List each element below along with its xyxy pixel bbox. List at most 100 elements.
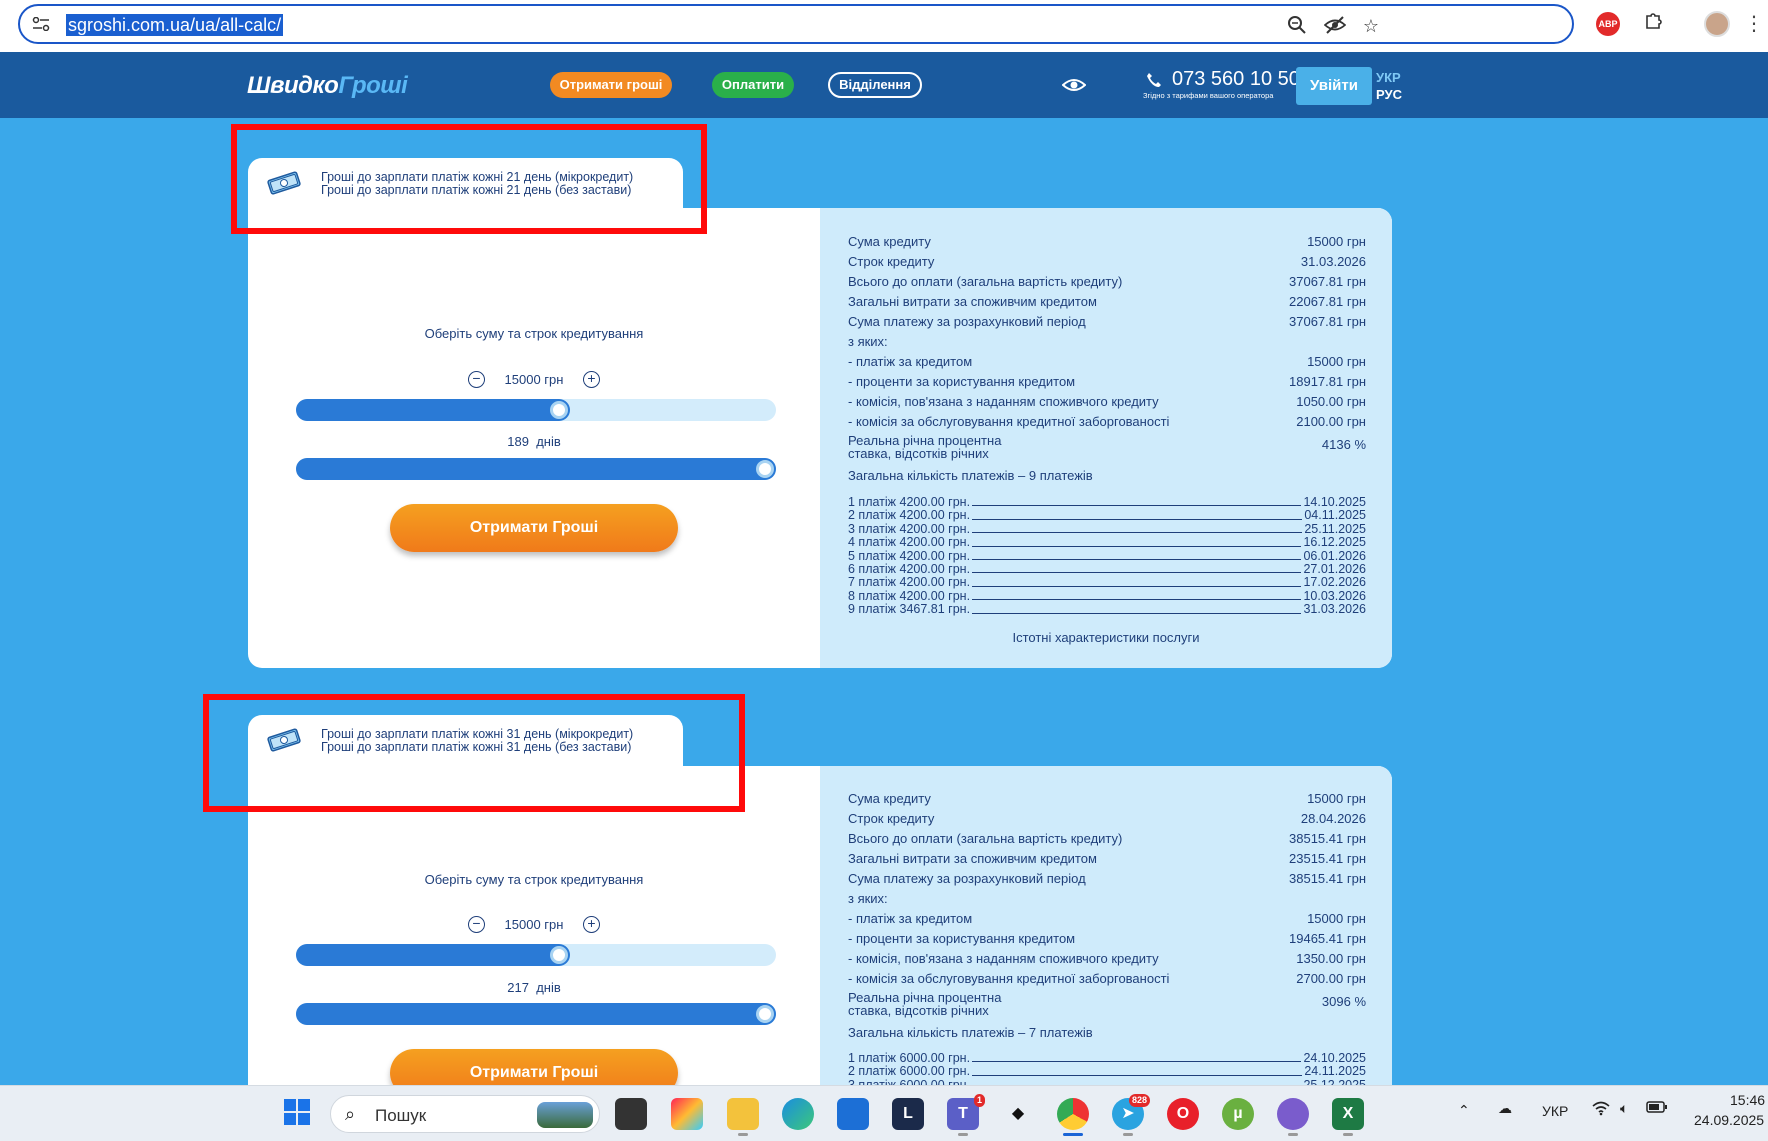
taskbar-search[interactable]: ⌕ Пошук: [330, 1095, 600, 1133]
phone-note: Згідно з тарифами вашого оператора: [1143, 91, 1274, 100]
row-value: 18917.81 грн: [1289, 374, 1366, 389]
row-value: 15000 грн: [1307, 234, 1366, 249]
clock-time[interactable]: 15:46: [1730, 1092, 1765, 1108]
row-label: Сума платежу за розрахунковий період: [848, 314, 1086, 329]
bookmark-star-icon[interactable]: ☆: [1360, 15, 1382, 37]
amount-slider-handle[interactable]: [550, 946, 568, 964]
plus-icon[interactable]: +: [583, 371, 600, 388]
row-label: Всього до оплати (загальна вартість кред…: [848, 831, 1123, 846]
task-view-icon[interactable]: [615, 1098, 647, 1130]
row-value: 2100.00 грн: [1296, 414, 1366, 429]
site-settings-icon[interactable]: [32, 17, 50, 31]
eye-slash-icon[interactable]: [1323, 15, 1347, 37]
schedule-row: 5 платіж 4200.00 грн. 06.01.2026: [848, 548, 1366, 563]
profile-avatar-icon[interactable]: [1704, 11, 1730, 37]
plus-icon[interactable]: +: [583, 916, 600, 933]
days-value: 189: [507, 434, 529, 449]
days-slider[interactable]: [296, 1003, 776, 1025]
amount-slider[interactable]: [296, 399, 776, 421]
days-slider-handle[interactable]: [756, 460, 774, 478]
file-explorer-icon[interactable]: [727, 1098, 759, 1136]
row-label: - проценти за користування кредитом: [848, 374, 1076, 389]
volume-icon[interactable]: 🔈︎: [1620, 1100, 1628, 1117]
amount-slider[interactable]: [296, 944, 776, 966]
telegram-icon[interactable]: ➤ 828: [1112, 1094, 1150, 1136]
days-slider-fill: [296, 1003, 776, 1025]
zoom-icon[interactable]: [1286, 15, 1308, 37]
opera-icon[interactable]: O: [1167, 1098, 1199, 1130]
dropbox-icon[interactable]: ◆: [1002, 1098, 1034, 1130]
row-value: 19465.41 грн: [1289, 931, 1366, 946]
battery-icon[interactable]: [1646, 1100, 1668, 1117]
amount-slider-handle[interactable]: [550, 401, 568, 419]
row-label: - комісія за обслуговування кредитної за…: [848, 414, 1170, 429]
chrome-icon[interactable]: [1057, 1098, 1089, 1136]
row-value: 38515.41 грн: [1289, 871, 1366, 886]
get-money-cta-button[interactable]: Отримати Гроші: [390, 504, 678, 552]
pay-button[interactable]: Оплатити: [712, 72, 794, 98]
login-button[interactable]: Увійти: [1296, 67, 1372, 105]
row-label: - комісія за обслуговування кредитної за…: [848, 971, 1170, 986]
schedule-row: 9 платіж 3467.81 грн. 31.03.2026: [848, 602, 1366, 617]
adblock-icon[interactable]: ABP: [1596, 12, 1620, 36]
address-bar[interactable]: sgroshi.com.ua/ua/all-calc/ ☆: [18, 4, 1574, 44]
get-money-button[interactable]: Отримати гроші: [550, 72, 672, 98]
l-app-icon[interactable]: L: [892, 1098, 924, 1130]
row-value: 37067.81 грн: [1289, 314, 1366, 329]
viber-icon[interactable]: [1277, 1098, 1309, 1136]
onedrive-icon[interactable]: ☁: [1498, 1100, 1512, 1117]
copilot-icon[interactable]: [671, 1098, 703, 1130]
row-value: 23515.41 грн: [1289, 851, 1366, 866]
days-unit: днів: [536, 434, 561, 449]
row-label: - платіж за кредитом: [848, 354, 973, 369]
excel-icon[interactable]: X: [1332, 1098, 1364, 1136]
lang-rus-link[interactable]: РУС: [1376, 87, 1402, 102]
days-value: 217: [507, 980, 529, 995]
logo-text-2: Гроші: [338, 72, 408, 99]
days-slider[interactable]: [296, 458, 776, 480]
row-label: Загальні витрати за споживчим кредитом: [848, 294, 1097, 309]
extensions-icon[interactable]: [1640, 10, 1668, 38]
row-label: - платіж за кредитом: [848, 911, 973, 926]
row-value: 15000 грн: [1307, 911, 1366, 926]
row-label: з яких:: [848, 891, 888, 906]
row-value: 37067.81 грн: [1289, 274, 1366, 289]
menu-kebab-icon[interactable]: ⋮: [1740, 10, 1768, 38]
row-label: Сума кредиту: [848, 791, 931, 806]
days-slider-handle[interactable]: [756, 1005, 774, 1023]
minus-icon[interactable]: −: [468, 916, 485, 933]
wifi-icon[interactable]: [1592, 1100, 1610, 1119]
row-value: 22067.81 грн: [1289, 294, 1366, 309]
row-label: з яких:: [848, 334, 888, 349]
teams-icon[interactable]: T1: [947, 1094, 985, 1136]
payments-count: Загальна кількість платежів – 7 платежів: [848, 1025, 1093, 1040]
utorrent-icon[interactable]: µ: [1222, 1098, 1254, 1130]
schedule-row: 4 платіж 4200.00 грн. 16.12.2025: [848, 535, 1366, 550]
service-features-link[interactable]: Істотні характеристики послуги: [820, 630, 1392, 645]
search-placeholder: Пошук: [375, 1106, 427, 1125]
store-icon[interactable]: [837, 1098, 869, 1130]
branches-button[interactable]: Відділення: [828, 72, 922, 98]
row-label: - комісія, пов'язана з наданням споживчо…: [848, 394, 1159, 409]
schedule-row: 3 платіж 4200.00 грн. 25.11.2025: [848, 521, 1366, 536]
phone-number[interactable]: 073 560 10 50: [1172, 68, 1300, 91]
apr-value: 4136 %: [1321, 437, 1366, 452]
clock-date[interactable]: 24.09.2025: [1694, 1112, 1764, 1128]
schedule-row: 7 платіж 4200.00 грн. 17.02.2026: [848, 575, 1366, 590]
windows-start-icon[interactable]: [281, 1098, 313, 1130]
lang-ukr-link[interactable]: УКР: [1376, 70, 1401, 85]
url-text[interactable]: sgroshi.com.ua/ua/all-calc/: [66, 14, 284, 36]
schedule-row: 2 платіж 6000.00 грн. 24.11.2025: [848, 1064, 1366, 1079]
amount-value: 15000 грн: [504, 917, 564, 932]
tray-language[interactable]: УКР: [1542, 1103, 1568, 1119]
accessibility-eye-icon[interactable]: [1062, 76, 1086, 94]
row-value: 15000 грн: [1307, 354, 1366, 369]
choose-label: Оберіть суму та строк кредитування: [424, 872, 644, 887]
chevron-up-icon[interactable]: ⌃: [1458, 1102, 1470, 1119]
minus-icon[interactable]: −: [468, 371, 485, 388]
row-label: Строк кредиту: [848, 811, 935, 826]
teams-badge: 1: [973, 1094, 985, 1107]
phone-icon: [1146, 72, 1162, 93]
site-logo[interactable]: ШвидкоГроші: [247, 72, 408, 100]
edge-icon[interactable]: [782, 1098, 814, 1130]
